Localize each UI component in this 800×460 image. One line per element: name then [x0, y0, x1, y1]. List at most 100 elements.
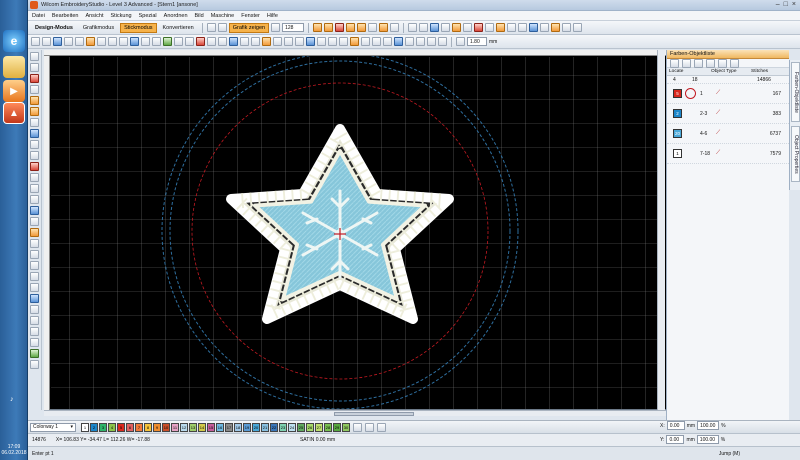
color-swatch[interactable]: 20: [673, 129, 682, 138]
tool-icon[interactable]: [438, 37, 447, 46]
tool-icon[interactable]: [295, 37, 304, 46]
media-icon[interactable]: ▶: [3, 80, 25, 102]
col-locate[interactable]: Locate: [667, 69, 709, 74]
tool-icon[interactable]: [218, 37, 227, 46]
object-row[interactable]: 20 4-6 ⟋ 6737: [667, 124, 789, 144]
tool-icon[interactable]: [53, 37, 62, 46]
tool-icon[interactable]: [30, 173, 39, 182]
tool-icon[interactable]: [185, 37, 194, 46]
tool-icon[interactable]: [339, 37, 348, 46]
stitch-icon[interactable]: [313, 23, 323, 32]
tool-icon[interactable]: [30, 96, 39, 105]
stitch-mode-tab[interactable]: Stickmodus: [120, 22, 157, 33]
width-field[interactable]: 1.80: [467, 37, 487, 46]
tool-icon[interactable]: [31, 37, 40, 46]
tool-icon[interactable]: [30, 151, 39, 160]
convert-tab[interactable]: Konvertieren: [159, 23, 198, 33]
color-chip[interactable]: 28: [324, 422, 332, 432]
color-chip[interactable]: 17: [225, 422, 233, 432]
color-chip[interactable]: 16: [216, 422, 224, 432]
x-pct-field[interactable]: 100.00: [697, 421, 720, 430]
show-graphics-button[interactable]: Grafik zeigen: [228, 22, 270, 33]
tool-icon[interactable]: [485, 23, 495, 32]
color-chip[interactable]: 1: [81, 422, 89, 432]
color-chip[interactable]: 26: [306, 422, 314, 432]
menu-item[interactable]: Stickung: [111, 13, 132, 19]
color-chip[interactable]: 9: [153, 422, 161, 432]
color-chip[interactable]: 2: [90, 422, 98, 432]
vertical-scrollbar[interactable]: [657, 50, 665, 410]
tool-icon[interactable]: [361, 37, 370, 46]
tool-icon[interactable]: [30, 327, 39, 336]
tool-icon[interactable]: [529, 23, 539, 32]
tool-icon[interactable]: [405, 37, 414, 46]
color-chip[interactable]: 3: [99, 422, 107, 432]
tool-icon[interactable]: [474, 23, 484, 32]
x-field[interactable]: 0.00: [666, 421, 685, 430]
tool-icon[interactable]: [452, 23, 462, 32]
tool-icon[interactable]: [427, 37, 436, 46]
colorway-select[interactable]: Colorway 1 ▾: [30, 422, 76, 432]
lettering-tool-icon[interactable]: [30, 184, 39, 193]
tool-icon[interactable]: [174, 37, 183, 46]
col-object-type[interactable]: Object Type: [709, 69, 749, 74]
tool-icon[interactable]: [284, 37, 293, 46]
remove-color-icon[interactable]: [377, 422, 386, 432]
tool-icon[interactable]: [30, 206, 39, 215]
y-pct-field[interactable]: 100.00: [696, 435, 719, 444]
tool-icon[interactable]: [394, 37, 403, 46]
stitch-icon[interactable]: [368, 23, 378, 32]
tool-icon[interactable]: [306, 37, 315, 46]
tool-icon[interactable]: [540, 23, 550, 32]
stitch-icon[interactable]: [324, 23, 334, 32]
tool-icon[interactable]: [229, 37, 238, 46]
stitch-icon[interactable]: [390, 23, 400, 32]
color-chip[interactable]: 8: [144, 422, 152, 432]
ie-icon[interactable]: e: [3, 30, 25, 52]
tool-icon[interactable]: [30, 140, 39, 149]
tool-icon[interactable]: [152, 37, 161, 46]
tool-icon[interactable]: [207, 37, 216, 46]
color-chip[interactable]: 20: [252, 422, 260, 432]
color-chip[interactable]: 22: [270, 422, 278, 432]
stitch-icon[interactable]: [379, 23, 389, 32]
reshape-tool-icon[interactable]: [30, 63, 39, 72]
color-chip[interactable]: 27: [315, 422, 323, 432]
delete-icon[interactable]: [730, 58, 739, 68]
design-mode-tab[interactable]: Design-Modus: [31, 23, 77, 33]
tool-icon[interactable]: [42, 37, 51, 46]
scroll-thumb[interactable]: [334, 412, 414, 416]
minimize-icon[interactable]: –: [776, 1, 780, 8]
tool-icon[interactable]: [30, 162, 39, 171]
summary-row[interactable]: 4 18 14866: [667, 76, 789, 84]
tool-icon[interactable]: [30, 294, 39, 303]
tool-icon[interactable]: [273, 37, 282, 46]
tool-icon[interactable]: [416, 37, 425, 46]
tool-icon[interactable]: [463, 23, 473, 32]
tool-icon[interactable]: [328, 37, 337, 46]
color-chip[interactable]: 6: [126, 422, 134, 432]
horizontal-scrollbar[interactable]: [44, 410, 666, 416]
tool-icon[interactable]: [141, 37, 150, 46]
tool-icon[interactable]: [507, 23, 517, 32]
tool-icon[interactable]: [30, 107, 39, 116]
zoom-icon[interactable]: [271, 23, 281, 32]
color-chip[interactable]: 19: [243, 422, 251, 432]
color-chip[interactable]: 21: [261, 422, 269, 432]
color-chip[interactable]: 30: [342, 422, 350, 432]
zoom-field[interactable]: 128: [282, 23, 305, 32]
menu-item[interactable]: Datei: [32, 13, 45, 19]
tool-icon[interactable]: [251, 37, 260, 46]
menu-item[interactable]: Hilfe: [267, 13, 278, 19]
tool-icon[interactable]: [97, 37, 106, 46]
color-swatch[interactable]: 2: [673, 109, 682, 118]
color-chip[interactable]: 5: [117, 422, 125, 432]
tool-icon[interactable]: [30, 239, 39, 248]
graphics-mode-tab[interactable]: Grafikmodus: [79, 23, 118, 33]
tool-icon[interactable]: [30, 228, 39, 237]
color-chip[interactable]: 13: [189, 422, 197, 432]
speaker-icon[interactable]: ♪: [10, 396, 14, 403]
tool-icon[interactable]: [30, 85, 39, 94]
color-chip[interactable]: 29: [333, 422, 341, 432]
taskbar-clock[interactable]: 17:09 06.02.2018: [0, 444, 28, 456]
